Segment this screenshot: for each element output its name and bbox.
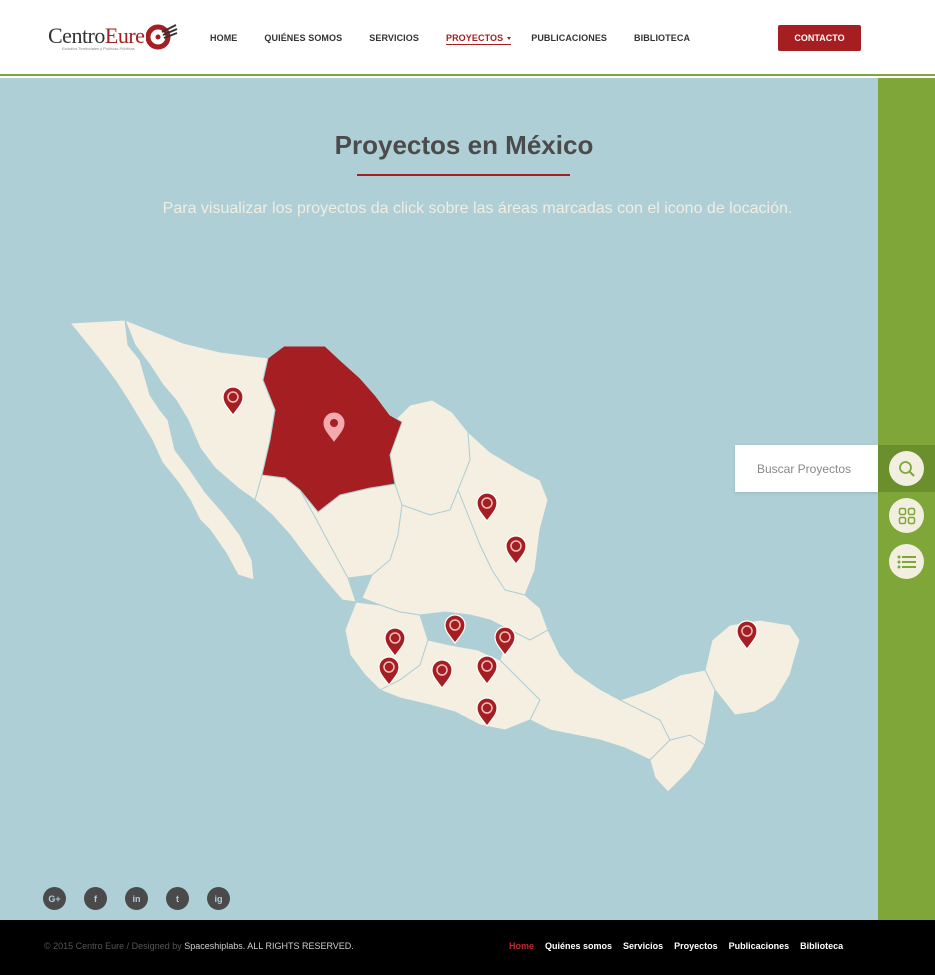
nav-home[interactable]: HOME (210, 33, 237, 45)
grid-view-button[interactable] (889, 498, 924, 533)
contact-button[interactable]: CONTACTO (778, 25, 861, 51)
footer-link-quienes-somos[interactable]: Quiénes somos (545, 941, 612, 951)
location-pin-icon[interactable] (476, 655, 498, 685)
footer-nav: Home Quiénes somos Servicios Proyectos P… (509, 941, 854, 951)
main-nav: HOME QUIÉNES SOMOS SERVICIOS PROYECTOS P… (210, 33, 717, 45)
location-pin-icon[interactable] (431, 659, 453, 689)
map-section: Proyectos en México Para visualizar los … (0, 78, 878, 920)
site-footer: © 2015 Centro Eure / Designed by Spacesh… (0, 920, 935, 975)
logo-mark-icon (146, 24, 178, 50)
chevron-down-icon (507, 37, 512, 41)
grid-view-icon (898, 507, 915, 524)
footer-link-servicios[interactable]: Servicios (623, 941, 663, 951)
nav-proyectos[interactable]: PROYECTOS (445, 33, 512, 45)
search-button[interactable] (889, 451, 924, 486)
nav-publicaciones[interactable]: PUBLICACIONES (531, 33, 607, 45)
location-pin-icon[interactable] (444, 614, 466, 644)
location-pin-icon[interactable] (736, 620, 758, 650)
location-pin-icon[interactable] (476, 492, 498, 522)
instagram-icon[interactable]: ig (207, 887, 230, 910)
site-header: CentroEure Estudios Territoriales y Polí… (0, 0, 935, 76)
linkedin-icon[interactable]: in (125, 887, 148, 910)
twitter-icon[interactable]: t (166, 887, 189, 910)
google-plus-icon[interactable]: G+ (43, 887, 66, 910)
copyright-text: © 2015 Centro Eure / Designed by Spacesh… (44, 941, 354, 951)
location-pin-icon[interactable] (494, 626, 516, 656)
nav-quienes-somos[interactable]: QUIÉNES SOMOS (264, 33, 342, 45)
footer-link-biblioteca[interactable]: Biblioteca (800, 941, 843, 951)
search-icon (898, 460, 915, 477)
search-input[interactable]: Buscar Proyectos (735, 445, 878, 492)
social-links: G+ f in t ig (43, 887, 248, 910)
location-pin-icon[interactable] (323, 412, 345, 442)
site-logo[interactable]: CentroEure Estudios Territoriales y Polí… (48, 22, 178, 51)
location-pin-icon[interactable] (476, 697, 498, 727)
designer-link[interactable]: Spaceshiplabs. ALL RIGHTS RESERVED. (184, 941, 354, 951)
location-pin-icon[interactable] (505, 535, 527, 565)
footer-link-publicaciones[interactable]: Publicaciones (729, 941, 790, 951)
list-view-icon (897, 555, 916, 568)
location-pin-icon[interactable] (384, 627, 406, 657)
location-markers (222, 386, 758, 727)
nav-biblioteca[interactable]: BIBLIOTECA (634, 33, 690, 45)
location-pin-icon[interactable] (222, 386, 244, 416)
footer-link-proyectos[interactable]: Proyectos (674, 941, 718, 951)
location-pin-icon[interactable] (378, 656, 400, 686)
nav-servicios[interactable]: SERVICIOS (369, 33, 419, 45)
list-view-button[interactable] (889, 544, 924, 579)
logo-tagline: Estudios Territoriales y Políticas Públi… (62, 46, 135, 51)
facebook-icon[interactable]: f (84, 887, 107, 910)
footer-link-home[interactable]: Home (509, 941, 534, 951)
